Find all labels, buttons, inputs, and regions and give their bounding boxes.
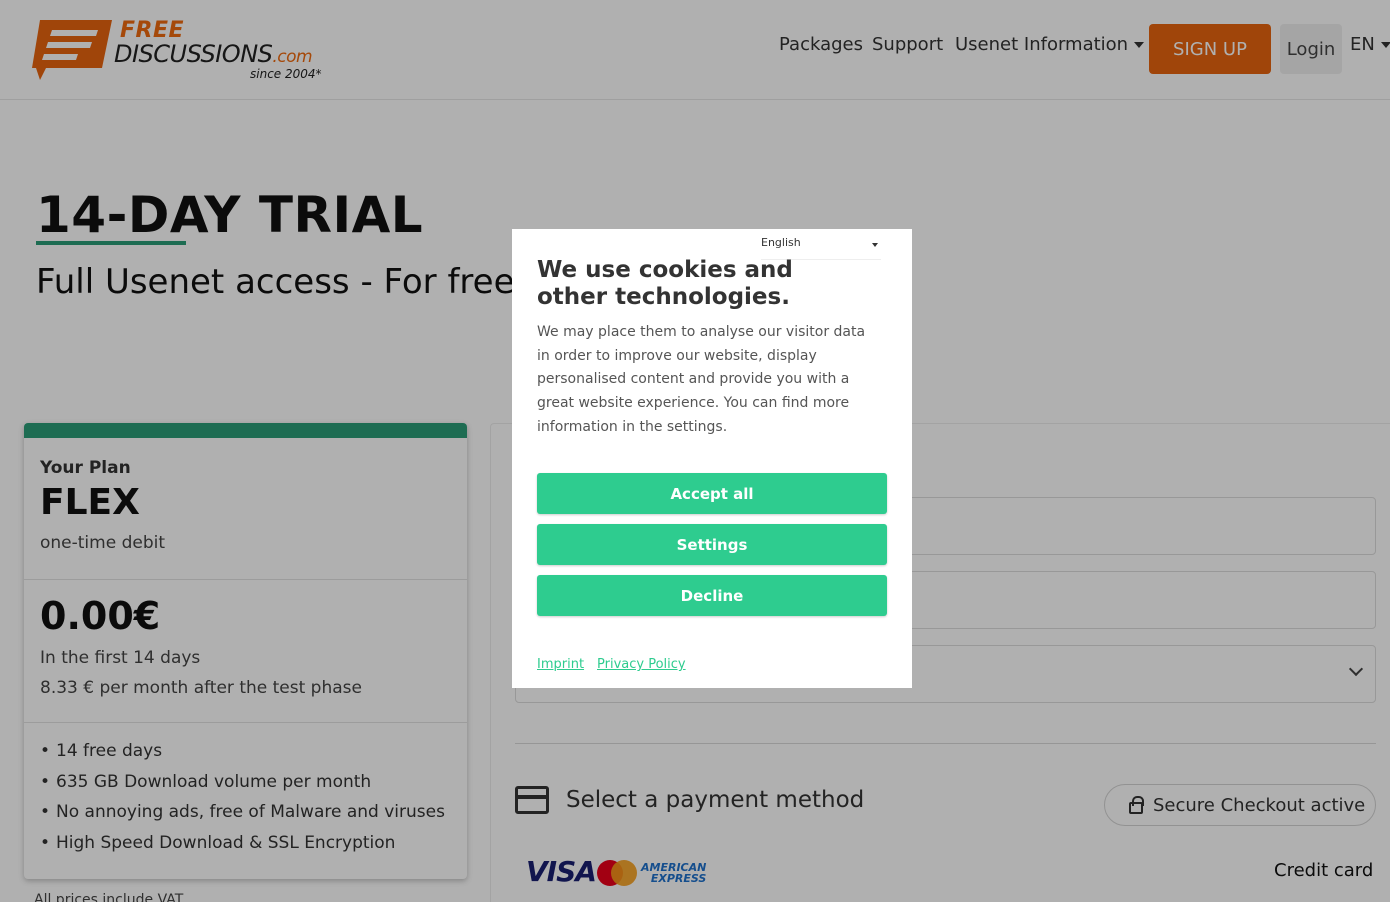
cookie-consent-dialog: English We use cookies and other technol… xyxy=(512,229,912,688)
cookie-title: We use cookies and other technologies. xyxy=(537,257,793,310)
cookie-language-label: English xyxy=(761,236,801,249)
accept-all-button[interactable]: Accept all xyxy=(537,473,887,514)
privacy-policy-link[interactable]: Privacy Policy xyxy=(597,657,686,672)
chevron-down-icon xyxy=(872,243,878,247)
imprint-link[interactable]: Imprint xyxy=(537,657,584,672)
cookie-description: We may place them to analyse our visitor… xyxy=(537,324,866,435)
decline-button[interactable]: Decline xyxy=(537,575,887,616)
settings-button[interactable]: Settings xyxy=(537,524,887,565)
